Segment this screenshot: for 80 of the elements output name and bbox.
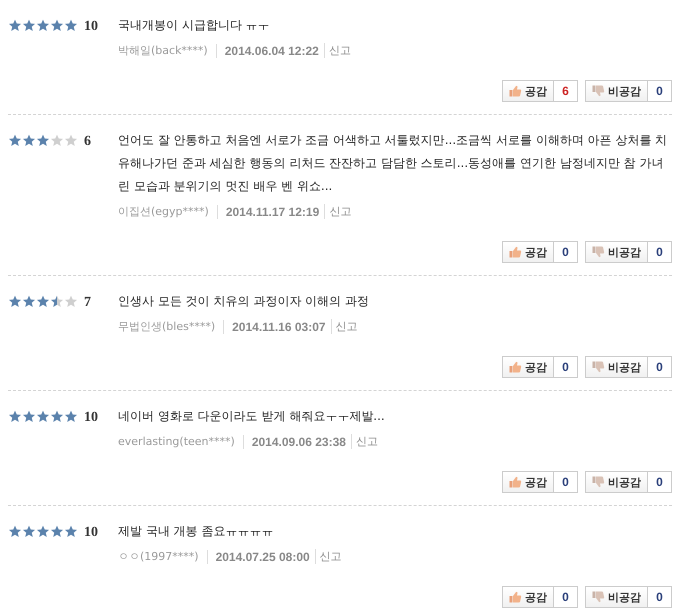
- star-icon: [8, 134, 22, 147]
- dislike-count: 0: [648, 80, 672, 102]
- report-link[interactable]: 신고: [324, 204, 352, 219]
- review-text: 제발 국내 개봉 좀요ㅠㅠㅠㅠ: [118, 523, 274, 540]
- dislike-button[interactable]: 비공감: [585, 471, 648, 493]
- star-icon: [36, 19, 50, 32]
- author-name: everlasting(teen****): [118, 435, 236, 448]
- star-icon: [64, 525, 78, 538]
- star-icon: [8, 19, 22, 32]
- report-link[interactable]: 신고: [324, 43, 351, 58]
- dislike-button[interactable]: 비공감: [585, 356, 648, 378]
- star-icon: [50, 134, 64, 147]
- like-button[interactable]: 공감: [502, 356, 554, 378]
- author-name: 이집션(egyp****): [118, 204, 210, 219]
- star-icon: [50, 19, 64, 32]
- review-date: 2014.11.17 12:19: [216, 204, 324, 218]
- score: 10: [84, 525, 98, 541]
- author-name: 박해일(back****): [118, 43, 209, 58]
- review-date: 2014.06.04 12:22: [216, 44, 324, 58]
- star-icon: [22, 410, 36, 423]
- review-text: 네이버 영화로 다운이라도 받게 해줘요ㅜㅜ제발...: [118, 408, 386, 425]
- like-count: 0: [554, 356, 578, 378]
- review-date: 2014.09.06 23:38: [242, 434, 351, 448]
- star-icon: [22, 134, 36, 147]
- review-text: 언어도 잘 안통하고 처음엔 서로가 조금 어색하고 서툴렀지만...조금씩 서로를 이해하며 아픈 상처를 치유해나가던 준과 세심한 행동의 리처드 잔잔하고 담담한 스토리...동성애를 연기한 남정네지만 참 가녀린 모습과 분위기의 멋진 배우 벤 위쇼...: [118, 132, 668, 195]
- report-link[interactable]: 신고: [350, 434, 378, 449]
- star-icon: [8, 295, 22, 308]
- dislike-count: 0: [648, 241, 672, 263]
- star-icon: [36, 410, 50, 423]
- star-icon: [36, 134, 50, 147]
- like-button[interactable]: 공감: [502, 471, 554, 493]
- review-date: 2014.07.25 08:00: [206, 550, 315, 564]
- star-icon: [50, 410, 64, 423]
- dislike-button[interactable]: 비공감: [585, 586, 648, 608]
- score: 10: [84, 410, 98, 426]
- thumbs-up-icon: [509, 476, 522, 488]
- score: 6: [84, 134, 91, 150]
- star-icon: [64, 19, 78, 32]
- author-name: ㅇㅇ(1997****): [118, 549, 200, 564]
- star-icon: [50, 295, 64, 308]
- like-count: 0: [554, 471, 578, 493]
- thumbs-down-icon: [592, 476, 605, 488]
- dislike-count: 0: [648, 586, 672, 608]
- star-icon: [64, 410, 78, 423]
- like-count: 0: [554, 241, 578, 263]
- thumbs-down-icon: [592, 591, 605, 603]
- star-icon: [64, 295, 78, 308]
- like-count: 0: [554, 586, 578, 608]
- thumbs-down-icon: [592, 246, 605, 258]
- star-icon: [64, 134, 78, 147]
- dislike-button[interactable]: 비공감: [585, 241, 648, 263]
- review-text: 인생사 모든 것이 치유의 과정이자 이해의 과정: [118, 293, 370, 310]
- star-icon: [36, 525, 50, 538]
- thumbs-up-icon: [509, 85, 522, 97]
- star-icon: [8, 410, 22, 423]
- star-icon: [22, 19, 36, 32]
- review-text: 국내개봉이 시급합니다 ㅠㅜ: [118, 17, 271, 34]
- star-icon: [22, 295, 36, 308]
- like-button[interactable]: 공감: [502, 586, 554, 608]
- review-date: 2014.11.16 03:07: [223, 320, 331, 334]
- thumbs-up-icon: [509, 361, 522, 373]
- score: 7: [84, 295, 91, 311]
- thumbs-down-icon: [592, 361, 605, 373]
- like-count: 6: [554, 80, 578, 102]
- report-link[interactable]: 신고: [330, 319, 358, 334]
- dislike-count: 0: [648, 356, 672, 378]
- author-name: 무법인생(bles****): [118, 319, 216, 334]
- score: 10: [84, 19, 98, 35]
- star-icon: [36, 295, 50, 308]
- star-icon: [50, 525, 64, 538]
- thumbs-up-icon: [509, 246, 522, 258]
- star-icon: [8, 525, 22, 538]
- thumbs-down-icon: [592, 85, 605, 97]
- dislike-count: 0: [648, 471, 672, 493]
- thumbs-up-icon: [509, 591, 522, 603]
- star-icon: [22, 525, 36, 538]
- like-button[interactable]: 공감: [502, 241, 554, 263]
- like-button[interactable]: 공감: [502, 80, 554, 102]
- dislike-button[interactable]: 비공감: [585, 80, 648, 102]
- report-link[interactable]: 신고: [314, 549, 342, 564]
